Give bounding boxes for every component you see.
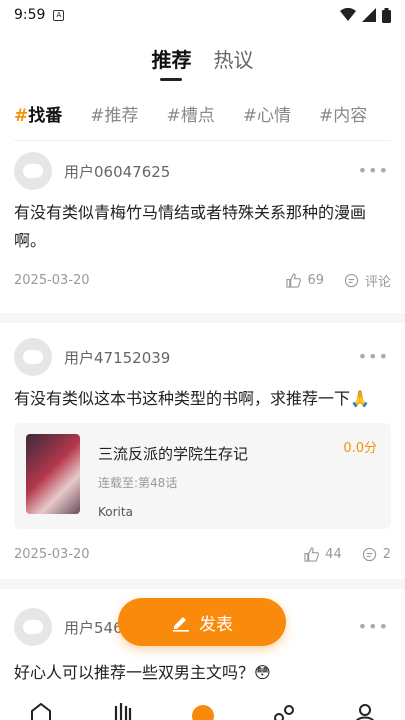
- tab-hot-discussion[interactable]: 热议: [214, 44, 254, 73]
- comment-button[interactable]: 评论: [344, 271, 391, 290]
- comment-count: 2: [382, 546, 391, 562]
- comment-button[interactable]: 2: [362, 547, 391, 562]
- publish-button[interactable]: 发表: [118, 598, 286, 646]
- post-item[interactable]: 用户47152039 ••• 有没有类似这本书这种类型的书啊，求推荐一下🙏 三流…: [0, 323, 405, 589]
- avatar[interactable]: [14, 338, 52, 376]
- thumbs-up-icon: [286, 272, 302, 288]
- like-button[interactable]: 69: [286, 273, 324, 288]
- topic-mood[interactable]: #心情: [243, 101, 291, 126]
- signal-icon: [362, 8, 376, 22]
- bottom-nav: [0, 700, 405, 720]
- post-username[interactable]: 用户47152039: [64, 347, 170, 368]
- wifi-icon: [340, 8, 356, 21]
- post-date: 2025-03-20: [14, 272, 90, 288]
- post-text: 有没有类似这本书这种类型的书啊，求推荐一下🙏: [14, 389, 370, 408]
- more-options-icon[interactable]: •••: [358, 347, 389, 366]
- tab-recommend[interactable]: 推荐: [152, 44, 192, 73]
- more-options-icon[interactable]: •••: [358, 161, 389, 180]
- post-divider: [0, 579, 405, 589]
- book-cover: [26, 434, 80, 514]
- like-count: 44: [325, 546, 342, 562]
- library-icon[interactable]: [110, 702, 134, 720]
- profile-icon[interactable]: [353, 702, 377, 720]
- sim-icon: A: [53, 9, 65, 21]
- post-text: 有没有类似青梅竹马情结或者特殊关系那种的漫画啊。: [14, 203, 367, 250]
- publish-label: 发表: [199, 614, 233, 635]
- status-time: 9:59: [14, 7, 46, 23]
- book-score: 0.0分: [343, 441, 377, 456]
- comment-label: 评论: [364, 274, 391, 290]
- book-card[interactable]: 三流反派的学院生存记 连载至:第48话 Korita 0.0分: [14, 423, 391, 529]
- post-item[interactable]: 用户06047625 ••• 有没有类似青梅竹马情结或者特殊关系那种的漫画啊。 …: [0, 141, 405, 323]
- post-divider: [0, 313, 405, 323]
- avatar[interactable]: [14, 152, 52, 190]
- book-title: 三流反派的学院生存记: [98, 445, 249, 463]
- comment-icon: [362, 547, 376, 561]
- home-icon[interactable]: [29, 702, 53, 720]
- pencil-icon: [173, 617, 189, 632]
- more-options-icon[interactable]: •••: [358, 617, 389, 636]
- active-tab-indicator: [160, 78, 182, 81]
- topic-find-anime[interactable]: #找番: [14, 101, 62, 126]
- post-username[interactable]: 用户06047625: [64, 161, 170, 182]
- community-icon[interactable]: [191, 702, 215, 720]
- topic-filter-bar: #找番 #推荐 #槽点 #心情 #内容: [0, 86, 405, 140]
- topic-content[interactable]: #内容: [319, 101, 367, 126]
- top-tab-bar: 推荐 热议: [0, 30, 405, 86]
- discover-icon[interactable]: [272, 702, 296, 720]
- thumbs-up-icon: [304, 546, 320, 562]
- avatar[interactable]: [14, 608, 52, 646]
- topic-complaints[interactable]: #槽点: [167, 101, 215, 126]
- book-author: Korita: [98, 505, 133, 519]
- like-button[interactable]: 44: [304, 547, 342, 562]
- battery-icon: [382, 7, 391, 23]
- topic-recommend[interactable]: #推荐: [90, 101, 138, 126]
- like-count: 69: [307, 272, 324, 288]
- book-chapter: 连载至:第48话: [98, 476, 178, 490]
- post-text: 好心人可以推荐一些双男主文吗？😳: [14, 663, 271, 682]
- comment-icon: [344, 273, 359, 287]
- post-date: 2025-03-20: [14, 546, 90, 562]
- status-bar: 9:59 A: [0, 0, 405, 30]
